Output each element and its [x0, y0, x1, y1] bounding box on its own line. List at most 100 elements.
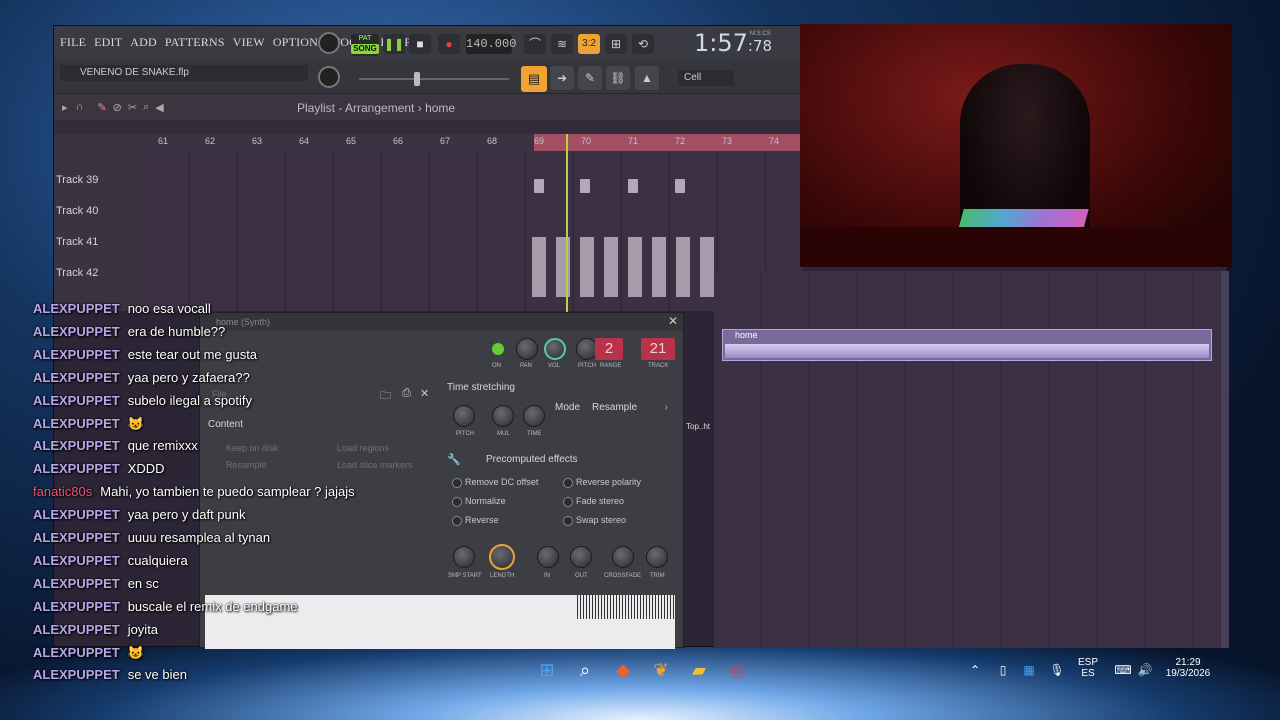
volume-knob[interactable]: [544, 338, 566, 360]
time-knob[interactable]: [523, 405, 545, 427]
load-slice-option[interactable]: Load slice markers: [337, 460, 413, 470]
channel-title[interactable]: home (Synth): [200, 313, 683, 331]
track-label[interactable]: Track 39: [56, 174, 98, 186]
snap-select[interactable]: Cell: [678, 70, 734, 86]
chevron-up-icon[interactable]: ⌃: [962, 658, 988, 682]
resample-option[interactable]: Resample: [226, 460, 267, 470]
track-label[interactable]: Track 41: [56, 236, 98, 248]
playhead[interactable]: [566, 134, 568, 314]
link-icon[interactable]: ⛓: [606, 66, 630, 90]
playlist-icon[interactable]: ▤: [521, 66, 547, 92]
windows-start-icon[interactable]: ⊞: [534, 658, 560, 682]
chat-username: ALEXPUPPET: [33, 575, 120, 591]
song-mode-toggle[interactable]: PAT SONG: [351, 34, 379, 56]
pencil-icon[interactable]: ✎: [97, 101, 106, 114]
speaker-icon[interactable]: ◀: [155, 101, 163, 114]
magnet-icon[interactable]: ∩: [76, 101, 84, 113]
master-slider-handle[interactable]: [414, 72, 420, 86]
crossfade-knob[interactable]: [612, 546, 634, 568]
pattern-clip[interactable]: [675, 179, 685, 193]
timeline-ruler[interactable]: 61 62 63 64 65 66 67 68 69 70 71 72 73 74: [54, 134, 802, 151]
pattern-clip[interactable]: [580, 179, 590, 193]
menu-item[interactable]: ADD: [130, 35, 157, 50]
language-indicator[interactable]: ESP ES: [1078, 657, 1098, 679]
chat-text: noo esa vocall: [127, 301, 211, 316]
mixer-track-value[interactable]: 21: [641, 338, 675, 360]
chat-text: que remixxx: [127, 438, 198, 454]
microphone-icon[interactable]: 🎙: [1044, 658, 1070, 682]
pattern-clip[interactable]: [628, 179, 638, 193]
countdown-icon[interactable]: 3:2: [578, 34, 600, 54]
save-icon[interactable]: ⎙: [402, 387, 411, 400]
reverse-polarity-toggle[interactable]: Reverse polarity: [563, 477, 641, 488]
range-value[interactable]: 2: [595, 338, 623, 360]
loop-range[interactable]: [534, 134, 802, 151]
tempo-display[interactable]: 140.000: [466, 34, 516, 54]
menu-item[interactable]: PATTERNS: [165, 35, 225, 50]
close-icon[interactable]: ✕: [668, 314, 678, 328]
playlist-overview[interactable]: [54, 120, 802, 134]
menu-item[interactable]: VIEW: [233, 35, 265, 50]
speaker-tray-icon[interactable]: 🔊: [1132, 658, 1158, 682]
mute-icon[interactable]: ✂: [128, 101, 137, 114]
wait-icon[interactable]: ≋: [551, 34, 573, 54]
clock[interactable]: 21:29 19/3/2026: [1160, 657, 1216, 679]
remove-icon[interactable]: ✕: [420, 387, 429, 400]
app-tray-icon[interactable]: ▦: [1016, 658, 1042, 682]
fade-stereo-toggle[interactable]: Fade stereo: [563, 496, 624, 507]
pattern-clip[interactable]: [534, 179, 544, 193]
remove-dc-offset-toggle[interactable]: Remove DC offset: [452, 477, 538, 488]
language-secondary: ES: [1081, 668, 1095, 679]
stop-icon[interactable]: ■: [409, 34, 431, 54]
stamp-icon[interactable]: ▲: [635, 66, 659, 90]
load-regions-option[interactable]: Load regions: [337, 443, 389, 453]
vertical-scrollbar[interactable]: [1221, 271, 1229, 648]
trim-knob[interactable]: [646, 546, 668, 568]
fl-studio-icon[interactable]: ❦: [648, 658, 674, 682]
chat-message: fanatic80s Mahi, yo tambien te puedo samp…: [33, 484, 355, 499]
record-icon[interactable]: ●: [438, 34, 460, 54]
playlist-grid[interactable]: [142, 151, 802, 311]
on-led[interactable]: [492, 343, 504, 355]
normalize-toggle[interactable]: Normalize: [452, 496, 506, 507]
in-knob[interactable]: [537, 546, 559, 568]
mul-knob[interactable]: [492, 405, 514, 427]
delete-icon[interactable]: ⊘: [113, 101, 122, 114]
usb-icon[interactable]: ▯: [990, 658, 1016, 682]
zoom-icon[interactable]: ⌕: [143, 101, 149, 114]
menu-item[interactable]: FILE: [60, 35, 86, 50]
length-knob[interactable]: [489, 544, 515, 570]
keep-on-disk-option[interactable]: Keep on disk: [226, 443, 278, 453]
search-icon[interactable]: ⌕: [572, 658, 598, 682]
brush-icon[interactable]: ✎: [578, 66, 602, 90]
stretch-pitch-knob[interactable]: [453, 405, 475, 427]
track-label[interactable]: Track 40: [56, 205, 98, 217]
brave-browser-icon[interactable]: ◆: [610, 658, 636, 682]
breadcrumb-playlist: Playlist - Arrangement: [297, 101, 415, 115]
menu-item[interactable]: EDIT: [94, 35, 122, 50]
out-knob[interactable]: [570, 546, 592, 568]
track-label-small: TRACK: [648, 363, 669, 369]
play-icon[interactable]: ❚❚: [383, 34, 405, 54]
pan-knob[interactable]: [516, 338, 538, 360]
arrow-right-icon[interactable]: ➜: [550, 66, 574, 90]
master-volume-knob[interactable]: [318, 32, 340, 54]
file-explorer-icon[interactable]: ▰: [686, 658, 712, 682]
swap-stereo-toggle[interactable]: Swap stereo: [563, 515, 626, 526]
ruler-tick: 63: [252, 136, 263, 146]
metronome-icon[interactable]: ⌒: [524, 34, 546, 54]
mode-label: Mode: [555, 402, 581, 413]
step-edit-icon[interactable]: ⊞: [605, 34, 627, 54]
track-label[interactable]: Track 42: [56, 267, 98, 279]
reverse-toggle[interactable]: Reverse: [452, 515, 499, 526]
playlist-grid-lower[interactable]: [714, 271, 1229, 648]
loop-record-icon[interactable]: ⟲: [632, 34, 654, 54]
home-audio-clip[interactable]: home: [722, 329, 1212, 361]
master-pitch-knob[interactable]: [318, 66, 340, 88]
arrow-icon[interactable]: ▸: [62, 101, 68, 114]
obs-icon[interactable]: ◎: [724, 658, 750, 682]
sample-start-knob[interactable]: [453, 546, 475, 568]
folder-icon[interactable]: 🗀: [380, 387, 391, 406]
mode-select[interactable]: Resample ›: [592, 402, 670, 416]
audio-clips[interactable]: [532, 237, 716, 297]
